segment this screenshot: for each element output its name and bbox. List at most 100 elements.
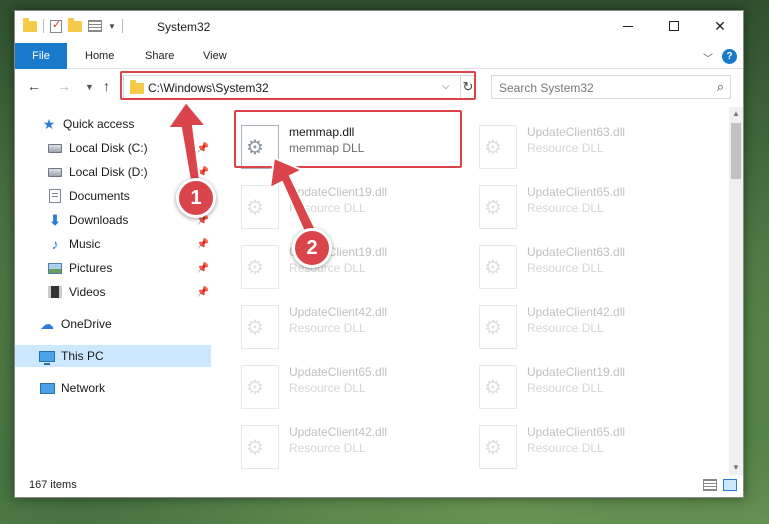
dll-file-icon: ⚙ bbox=[479, 185, 517, 229]
file-name: UpdateClient42.dll bbox=[289, 305, 388, 319]
list-item[interactable]: ⚙ UpdateClient63.dll Resource DLL bbox=[475, 241, 695, 293]
dll-file-icon: ⚙ bbox=[241, 305, 279, 349]
minimize-icon bbox=[623, 25, 633, 27]
onedrive-icon: ☁ bbox=[40, 315, 54, 332]
sidebar-item-label: Pictures bbox=[69, 261, 113, 275]
file-name: UpdateClient65.dll bbox=[527, 425, 626, 439]
pin-icon[interactable]: 📌 bbox=[197, 263, 209, 274]
dll-file-icon: ⚙ bbox=[479, 365, 517, 409]
file-type: Resource DLL bbox=[289, 441, 366, 455]
tab-share[interactable]: Share bbox=[137, 43, 182, 69]
list-item[interactable]: ⚙ UpdateClient42.dll Resource DLL bbox=[237, 421, 457, 473]
downloads-icon: ⬇ bbox=[49, 211, 61, 228]
dll-file-icon: ⚙ bbox=[479, 425, 517, 469]
ribbon-tabs: File Home Share View ﹀ ? bbox=[15, 43, 743, 69]
close-button[interactable]: ✕ bbox=[697, 11, 743, 41]
tab-file[interactable]: File bbox=[15, 43, 67, 69]
sidebar-item-label: Quick access bbox=[63, 117, 135, 131]
pin-icon[interactable]: 📌 bbox=[197, 239, 209, 250]
scroll-up-icon[interactable]: ▲ bbox=[729, 107, 743, 121]
videos-icon bbox=[47, 285, 63, 299]
music-icon: ♪ bbox=[51, 236, 59, 252]
file-type: Resource DLL bbox=[527, 141, 604, 155]
tab-home[interactable]: Home bbox=[77, 43, 122, 69]
vertical-scrollbar[interactable]: ▲ ▼ bbox=[729, 107, 743, 475]
tiles-view-icon[interactable] bbox=[723, 479, 737, 491]
step-1-badge: 1 bbox=[176, 178, 216, 218]
this-pc-icon bbox=[39, 349, 55, 365]
maximize-icon bbox=[669, 21, 679, 31]
tab-view[interactable]: View bbox=[195, 43, 235, 69]
back-arrow-icon[interactable]: ← bbox=[27, 78, 41, 94]
help-icon[interactable]: ? bbox=[722, 49, 737, 64]
minimize-button[interactable] bbox=[605, 11, 651, 41]
file-name: UpdateClient19.dll bbox=[289, 185, 388, 199]
sidebar-item-local-disk-c[interactable]: Local Disk (C:) 📌 bbox=[47, 137, 211, 159]
sidebar-item-label: Local Disk (C:) bbox=[69, 141, 148, 155]
list-item[interactable]: ⚙ UpdateClient65.dll Resource DLL bbox=[237, 361, 457, 413]
list-item[interactable]: ⚙ UpdateClient19.dll Resource DLL bbox=[475, 361, 695, 413]
file-type: Resource DLL bbox=[527, 381, 604, 395]
file-name: UpdateClient42.dll bbox=[527, 305, 626, 319]
file-type: Resource DLL bbox=[527, 441, 604, 455]
list-item[interactable]: ⚙ UpdateClient65.dll Resource DLL bbox=[475, 421, 695, 473]
file-name: UpdateClient63.dll bbox=[527, 125, 626, 139]
address-bar-highlight bbox=[120, 71, 476, 100]
details-view-icon[interactable] bbox=[703, 479, 717, 491]
file-name: UpdateClient65.dll bbox=[289, 365, 388, 379]
step-2-badge: 2 bbox=[292, 228, 332, 268]
sidebar-item-onedrive[interactable]: ☁ OneDrive bbox=[39, 313, 211, 335]
list-item[interactable]: ⚙ UpdateClient42.dll Resource DLL bbox=[237, 301, 457, 353]
sidebar-item-network[interactable]: Network bbox=[39, 377, 211, 399]
up-arrow-icon[interactable]: ↑ bbox=[103, 78, 110, 94]
sidebar-item-label: Local Disk (D:) bbox=[69, 165, 148, 179]
star-icon: ★ bbox=[42, 115, 56, 132]
pin-icon[interactable]: 📌 bbox=[197, 287, 209, 298]
dll-file-icon: ⚙ bbox=[479, 305, 517, 349]
file-type: Resource DLL bbox=[527, 261, 604, 275]
search-input[interactable]: Search System32 ⌕ bbox=[491, 75, 731, 99]
search-placeholder: Search System32 bbox=[499, 81, 594, 95]
file-type: Resource DLL bbox=[289, 321, 366, 335]
recent-locations-chevron-icon[interactable]: ▼ bbox=[85, 82, 94, 92]
navigation-pane: ★ Quick access Local Disk (C:) 📌 Local D… bbox=[15, 107, 211, 475]
toolbar-divider bbox=[121, 19, 123, 33]
folder-icon bbox=[23, 17, 37, 32]
scroll-down-icon[interactable]: ▼ bbox=[729, 461, 743, 475]
file-type: Resource DLL bbox=[289, 201, 366, 215]
new-folder-icon[interactable] bbox=[68, 17, 82, 32]
list-item[interactable]: ⚙ UpdateClient65.dll Resource DLL bbox=[475, 181, 695, 233]
list-item[interactable]: ⚙ UpdateClient19.dll Resource DLL bbox=[237, 181, 457, 233]
pin-icon[interactable]: 📌 bbox=[197, 167, 209, 178]
pin-icon[interactable]: 📌 bbox=[197, 143, 209, 154]
file-type: Resource DLL bbox=[527, 201, 604, 215]
properties-icon[interactable] bbox=[50, 18, 62, 33]
sidebar-item-pictures[interactable]: Pictures 📌 bbox=[47, 257, 211, 279]
view-options-icon[interactable] bbox=[88, 20, 102, 32]
sidebar-item-quick-access[interactable]: ★ Quick access bbox=[41, 113, 211, 135]
status-bar: 167 items bbox=[15, 475, 743, 497]
file-type: Resource DLL bbox=[527, 321, 604, 335]
maximize-button[interactable] bbox=[651, 11, 697, 41]
sidebar-item-music[interactable]: ♪ Music 📌 bbox=[47, 233, 211, 255]
file-name: UpdateClient42.dll bbox=[289, 425, 388, 439]
sidebar-item-label: OneDrive bbox=[61, 317, 112, 331]
file-name: UpdateClient65.dll bbox=[527, 185, 626, 199]
list-item[interactable]: ⚙ UpdateClient42.dll Resource DLL bbox=[475, 301, 695, 353]
pictures-icon bbox=[47, 261, 63, 275]
dll-file-icon: ⚙ bbox=[479, 245, 517, 289]
list-item[interactable]: ⚙ UpdateClient63.dll Resource DLL bbox=[475, 121, 695, 173]
forward-arrow-icon[interactable]: → bbox=[57, 78, 71, 94]
sidebar-item-videos[interactable]: Videos 📌 bbox=[47, 281, 211, 303]
disk-icon bbox=[47, 141, 63, 155]
window-title: System32 bbox=[157, 20, 211, 34]
file-type: Resource DLL bbox=[289, 381, 366, 395]
scroll-thumb[interactable] bbox=[731, 123, 741, 179]
customize-toolbar-chevron-icon[interactable]: ▼ bbox=[108, 22, 116, 31]
dll-file-icon: ⚙ bbox=[241, 185, 279, 229]
quick-access-toolbar: ▼ bbox=[23, 17, 123, 33]
search-icon[interactable]: ⌕ bbox=[717, 79, 724, 95]
list-item[interactable]: ⚙ UpdateClient19.dll Resource DLL bbox=[237, 241, 457, 293]
sidebar-item-this-pc[interactable]: This PC bbox=[15, 345, 211, 367]
expand-ribbon-chevron-icon[interactable]: ﹀ bbox=[703, 50, 713, 65]
